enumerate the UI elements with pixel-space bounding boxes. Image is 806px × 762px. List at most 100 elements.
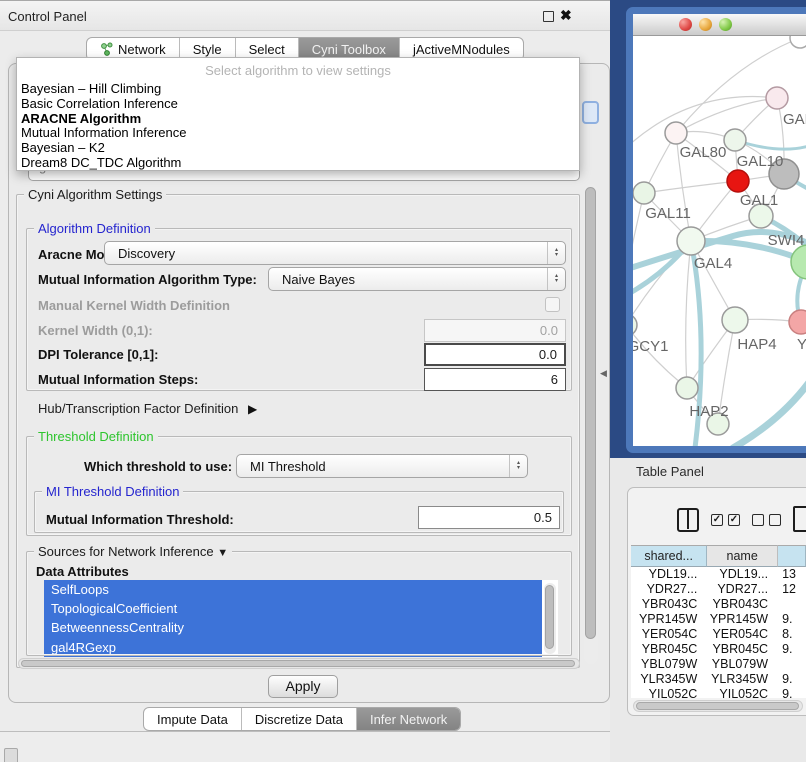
table-cell: YBR045C bbox=[707, 642, 778, 657]
network-canvas[interactable]: GAL2GAL80GAL10GAL1GAL11SWI4GAL4GCY1HAP4Y… bbox=[633, 36, 806, 446]
table-cell: YLR345W bbox=[631, 672, 707, 687]
node-label: GAL80 bbox=[680, 144, 727, 161]
dpi-tolerance-field[interactable]: 0.0 bbox=[424, 343, 566, 366]
close-panel-icon[interactable]: ✖ bbox=[560, 7, 572, 24]
panel-splitter-collapse-icon[interactable]: ◀ bbox=[600, 368, 607, 379]
table-cell: 9. bbox=[778, 612, 806, 627]
network-edge[interactable] bbox=[633, 97, 777, 146]
node-label: GAL11 bbox=[645, 205, 691, 222]
node-gal10[interactable] bbox=[724, 129, 746, 151]
float-window-icon[interactable] bbox=[543, 11, 554, 22]
algorithm-option[interactable]: Dream8 DC_TDC Algorithm bbox=[17, 156, 579, 171]
tab-infer-network[interactable]: Infer Network bbox=[356, 708, 460, 730]
aracne-mode-combo[interactable]: Discovery ▴▾ bbox=[104, 241, 566, 265]
close-window-icon[interactable] bbox=[679, 18, 692, 31]
table-row[interactable]: YBR045CYBR045C9. bbox=[631, 642, 806, 657]
settings-vscrollbar-thumb[interactable] bbox=[585, 187, 596, 639]
network-edge-highlighted[interactable] bbox=[733, 374, 806, 446]
hub-definition-toggle[interactable]: Hub/Transcription Factor Definition ▶ bbox=[38, 401, 257, 416]
checked-checkbox-icon[interactable]: ✓ bbox=[711, 514, 723, 526]
hidden-panel-icon[interactable] bbox=[4, 748, 18, 762]
column-header[interactable] bbox=[778, 545, 806, 567]
node-gal11[interactable] bbox=[633, 182, 655, 204]
unchecked-checkbox-icon[interactable] bbox=[752, 514, 764, 526]
node-label: GAL2 bbox=[783, 111, 806, 128]
node-gal2[interactable] bbox=[766, 87, 788, 109]
node-gal80[interactable] bbox=[665, 122, 687, 144]
network-edge[interactable] bbox=[633, 325, 687, 388]
table-row[interactable]: YLR345WYLR345W9. bbox=[631, 672, 806, 687]
table-row[interactable]: YIL052CYIL052C9. bbox=[631, 687, 806, 698]
manual-kernel-checkbox[interactable] bbox=[545, 297, 560, 312]
node-hap2[interactable] bbox=[676, 377, 698, 399]
combo-stepper-icon: ▴▾ bbox=[547, 242, 565, 264]
table-row[interactable]: YBL079WYBL079W bbox=[631, 657, 806, 672]
hub-definition-label: Hub/Transcription Factor Definition bbox=[38, 401, 238, 416]
minimize-window-icon[interactable] bbox=[699, 18, 712, 31]
table-hscrollbar[interactable] bbox=[633, 700, 803, 712]
tab-label: Select bbox=[249, 42, 285, 57]
mi-steps-label: Mutual Information Steps: bbox=[38, 372, 198, 387]
column-header[interactable]: shared... bbox=[631, 545, 707, 567]
mutual-information-threshold-field[interactable]: 0.5 bbox=[418, 506, 560, 529]
settings-hscrollbar-thumb[interactable] bbox=[21, 660, 575, 667]
kernel-width-field[interactable]: 0.0 bbox=[424, 319, 566, 342]
algorithm-option[interactable]: ARACNE Algorithm bbox=[17, 112, 579, 127]
tab-discretize-data[interactable]: Discretize Data bbox=[241, 708, 356, 730]
table-row[interactable]: YPR145WYPR145W9. bbox=[631, 612, 806, 627]
table-cell bbox=[778, 657, 806, 672]
network-view-window[interactable]: GAL2GAL80GAL10GAL1GAL11SWI4GAL4GCY1HAP4Y… bbox=[626, 7, 806, 453]
table-row[interactable]: YBR043CYBR043C bbox=[631, 597, 806, 612]
table-cell: YBR043C bbox=[631, 597, 707, 612]
node-green-large[interactable] bbox=[791, 245, 806, 279]
application-screen: Control Panel ✖ NetworkStyleSelectCyni T… bbox=[0, 0, 806, 762]
apply-button[interactable]: Apply bbox=[268, 675, 338, 698]
mi-type-combo[interactable]: Naive Bayes ▴▾ bbox=[268, 267, 566, 291]
table-row[interactable]: YDR27...YDR27...12 bbox=[631, 582, 806, 597]
table-cell: YLR345W bbox=[707, 672, 778, 687]
table-row[interactable]: YER054CYER054C8. bbox=[631, 627, 806, 642]
node-label: GCY1 bbox=[633, 338, 668, 355]
settings-vscrollbar[interactable] bbox=[584, 184, 598, 664]
node-gcy1[interactable] bbox=[633, 314, 637, 336]
attributes-scrollbar-thumb[interactable] bbox=[545, 585, 554, 649]
network-edge[interactable] bbox=[644, 181, 738, 193]
unchecked-checkbox-icon[interactable] bbox=[769, 514, 781, 526]
manual-kernel-label: Manual Kernel Width Definition bbox=[38, 298, 230, 313]
table-header-row: shared...name bbox=[631, 545, 806, 567]
mutual-information-threshold-label: Mutual Information Threshold: bbox=[46, 512, 234, 527]
settings-hscrollbar[interactable] bbox=[18, 658, 580, 669]
algorithm-option[interactable]: Bayesian – K2 bbox=[17, 141, 579, 156]
zoom-window-icon[interactable] bbox=[719, 18, 732, 31]
split-table-icon[interactable] bbox=[677, 508, 699, 532]
checked-checkbox-icon[interactable]: ✓ bbox=[728, 514, 740, 526]
node-hap4[interactable] bbox=[722, 307, 748, 333]
column-header[interactable]: name bbox=[707, 545, 778, 567]
sources-group-title[interactable]: Sources for Network Inference ▼ bbox=[34, 544, 232, 559]
combo-stepper-icon: ▴▾ bbox=[547, 268, 565, 290]
node-gal4[interactable] bbox=[677, 227, 705, 255]
document-icon[interactable] bbox=[793, 506, 806, 532]
algorithm-option[interactable]: Bayesian – Hill Climbing bbox=[17, 82, 579, 97]
mi-steps-value: 6 bbox=[551, 372, 558, 387]
mi-steps-field[interactable]: 6 bbox=[424, 368, 566, 391]
algorithm-option[interactable]: Mutual Information Inference bbox=[17, 126, 579, 141]
table-row[interactable]: YDL19...YDL19...13 bbox=[631, 567, 806, 582]
dpi-tolerance-value: 0.0 bbox=[539, 347, 557, 362]
network-edge[interactable] bbox=[686, 241, 691, 388]
node-red[interactable] bbox=[727, 170, 749, 192]
tab-impute-data[interactable]: Impute Data bbox=[144, 708, 241, 730]
algorithm-option[interactable]: Basic Correlation Inference bbox=[17, 97, 579, 112]
table-cell: YPR145W bbox=[631, 612, 707, 627]
network-window-titlebar[interactable] bbox=[633, 14, 806, 36]
attributes-scrollbar[interactable] bbox=[544, 583, 556, 654]
node-salmon[interactable] bbox=[789, 310, 806, 334]
combo-stepper-icon: ▴▾ bbox=[509, 455, 527, 477]
table-cell: YBL079W bbox=[631, 657, 707, 672]
dpi-tolerance-label: DPI Tolerance [0,1]: bbox=[38, 347, 158, 362]
which-threshold-combo[interactable]: MI Threshold ▴▾ bbox=[236, 454, 528, 478]
node-top-partial[interactable] bbox=[790, 36, 806, 48]
table-cell: 13 bbox=[778, 567, 806, 582]
table-hscrollbar-thumb[interactable] bbox=[636, 702, 799, 710]
tab-label: Style bbox=[193, 42, 222, 57]
